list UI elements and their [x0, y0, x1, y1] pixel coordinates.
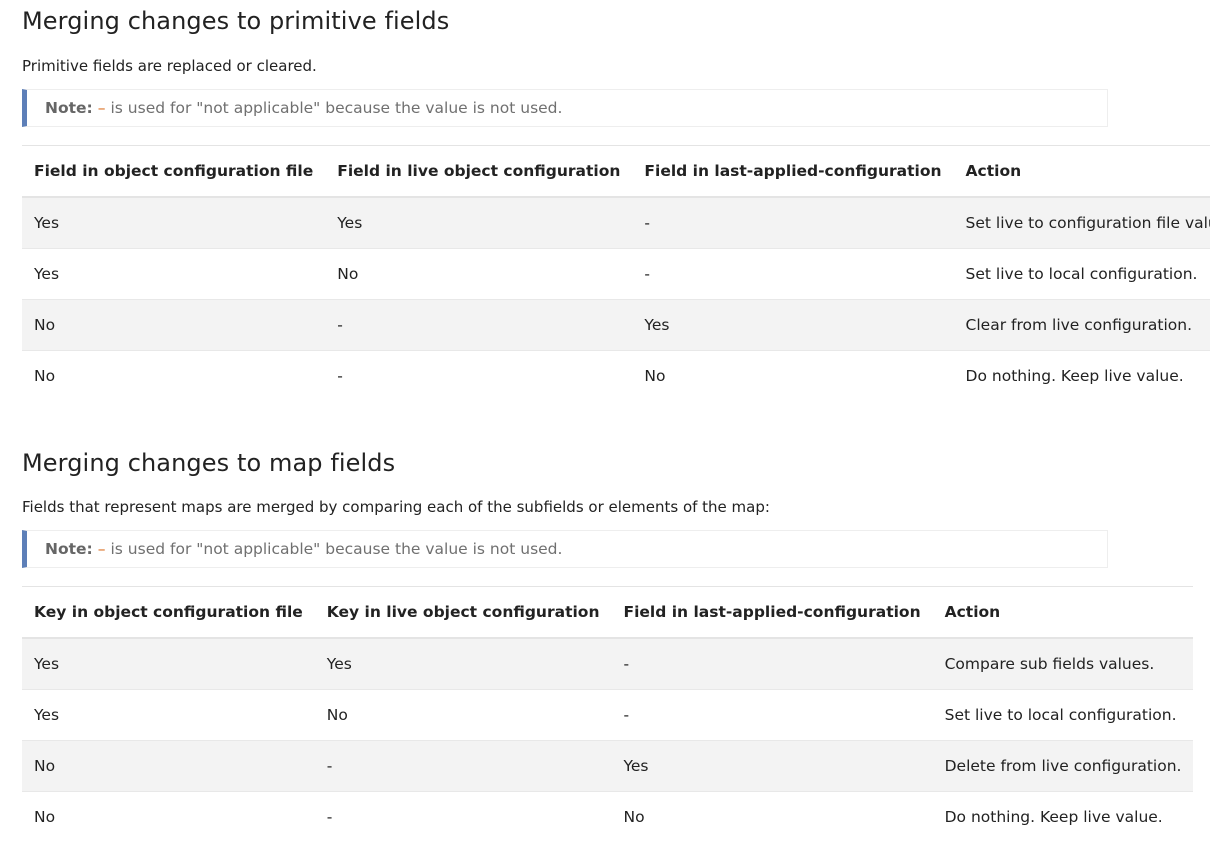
table-header-row: Key in object configuration file Key in … [22, 586, 1194, 639]
map-fields-table: Key in object configuration file Key in … [22, 586, 1194, 843]
column-header: Key in object configuration file [22, 586, 315, 639]
table-cell: No [22, 740, 315, 792]
table-cell: - [632, 248, 954, 300]
table-row: Yes Yes - Compare sub fields values. [22, 638, 1194, 690]
table-cell: Set live to local configuration. [953, 248, 1210, 300]
table-cell: - [611, 689, 933, 741]
column-header: Action [953, 145, 1210, 198]
table-row: Yes No - Set live to local configuration… [22, 689, 1194, 741]
table-cell: Yes [22, 197, 326, 249]
table-cell: Yes [22, 248, 326, 300]
table-cell: No [623, 808, 645, 826]
note-text: is used for "not applicable" because the… [110, 99, 563, 117]
table-cell: No [314, 689, 612, 741]
section-primitive-fields: Merging changes to primitive fields Prim… [22, 0, 1210, 401]
table-row: No - No Do nothing. Keep live value. [22, 351, 1210, 402]
table-cell: No [644, 367, 666, 385]
table-cell: Yes [632, 299, 954, 351]
table-cell: - [611, 638, 933, 690]
note-callout: Note: – is used for "not applicable" bec… [22, 530, 1108, 568]
table-row: No - No Do nothing. Keep live value. [22, 792, 1193, 843]
table-cell: Compare sub fields values. [932, 638, 1194, 690]
section-map-fields: Merging changes to map fields Fields tha… [22, 443, 1194, 843]
table-cell: Yes [314, 638, 612, 690]
table-cell: No [22, 299, 326, 351]
table-row: No - Yes Clear from live configuration. [22, 299, 1210, 351]
table-cell: Do nothing. Keep live value. [965, 367, 1184, 385]
note-text: is used for "not applicable" because the… [110, 540, 563, 558]
section-title: Merging changes to map fields [22, 449, 396, 477]
table-cell: Yes [325, 197, 633, 249]
table-cell: - [314, 740, 612, 792]
column-header: Field in last-applied-configuration [611, 586, 933, 639]
column-header: Field in live object configuration [325, 145, 633, 198]
table-cell: Yes [611, 740, 933, 792]
table-cell: - [337, 367, 343, 385]
note-dash: – [97, 99, 106, 117]
table-cell: No [325, 248, 633, 300]
table-row: No - Yes Delete from live configuration. [22, 740, 1194, 792]
note-label: Note: [45, 540, 93, 558]
table-row: Yes Yes - Set live to configuration file… [22, 197, 1210, 249]
table-cell: Yes [22, 638, 315, 690]
table-cell: Yes [22, 689, 315, 741]
table-cell: Set live to local configuration. [932, 689, 1194, 741]
table-row: Yes No - Set live to local configuration… [22, 248, 1210, 300]
table-cell: Clear from live configuration. [953, 299, 1210, 351]
note-callout: Note: – is used for "not applicable" bec… [22, 89, 1108, 127]
table-cell: No [34, 808, 56, 826]
column-header: Action [932, 586, 1194, 639]
table-cell: No [34, 367, 56, 385]
table-cell: Set live to configuration file value. [953, 197, 1210, 249]
column-header: Key in live object configuration [314, 586, 612, 639]
note-dash: – [97, 540, 106, 558]
section-description: Primitive fields are replaced or cleared… [22, 57, 317, 75]
section-description: Fields that represent maps are merged by… [22, 498, 770, 516]
note-label: Note: [45, 99, 93, 117]
column-header: Field in last-applied-configuration [632, 145, 954, 198]
table-cell: Delete from live configuration. [932, 740, 1194, 792]
table-header-row: Field in object configuration file Field… [22, 145, 1210, 198]
table-cell: Do nothing. Keep live value. [944, 808, 1163, 826]
primitive-fields-table: Field in object configuration file Field… [22, 145, 1210, 401]
table-cell: - [325, 299, 633, 351]
column-header: Field in object configuration file [22, 145, 326, 198]
section-title: Merging changes to primitive fields [22, 7, 450, 35]
table-cell: - [326, 808, 333, 826]
table-cell: - [632, 197, 954, 249]
